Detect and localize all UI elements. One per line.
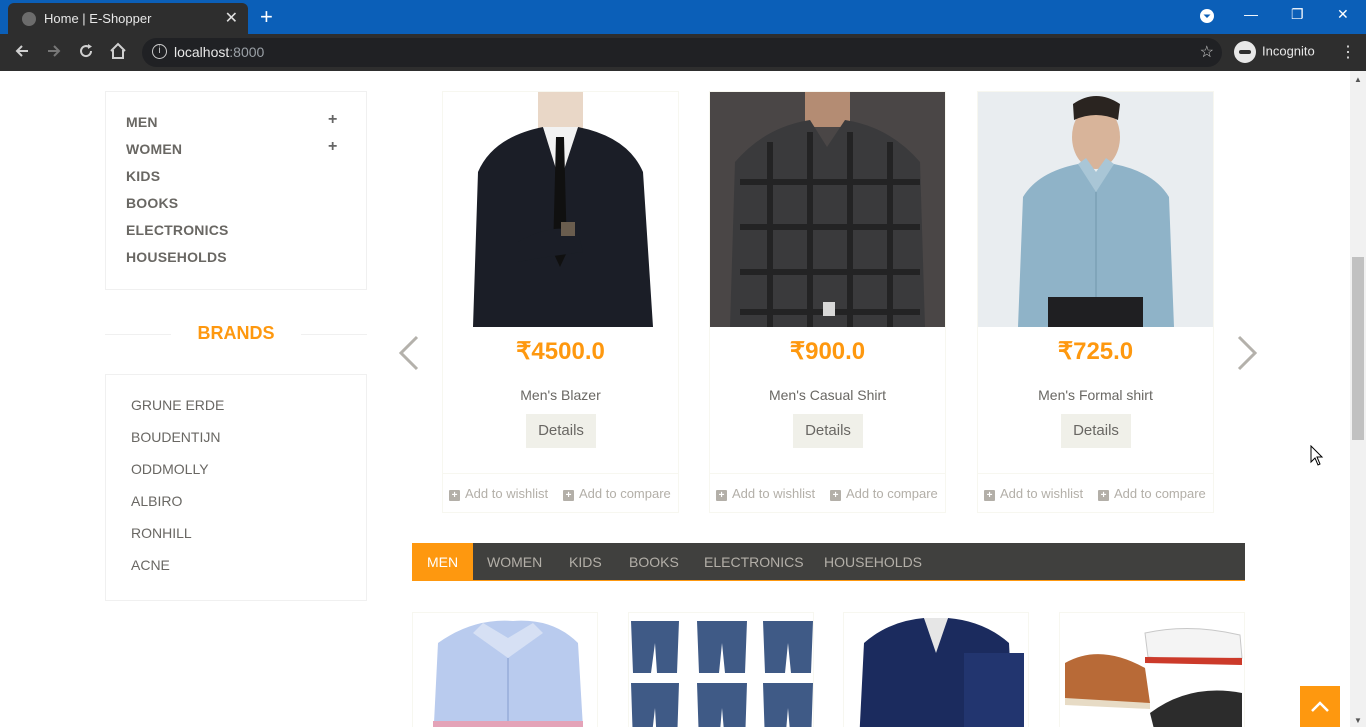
details-button[interactable]: Details [1061, 414, 1131, 448]
product-thumbnail[interactable] [628, 612, 814, 727]
product-card: ₹900.0 Men's Casual Shirt Details + Add t… [709, 91, 946, 513]
expand-women-icon[interactable]: + [328, 138, 337, 156]
category-women[interactable]: WOMEN [126, 141, 182, 157]
tab-kids[interactable]: KIDS [554, 543, 617, 581]
mouse-cursor-icon [1310, 444, 1324, 472]
category-kids[interactable]: KIDS [126, 168, 160, 184]
plus-square-icon: + [449, 490, 460, 501]
add-to-wishlist-link[interactable]: + Add to wishlist [449, 486, 548, 501]
product-footer: + Add to wishlist + Add to compare [710, 473, 945, 513]
site-info-icon[interactable]: i [152, 44, 167, 59]
product-card: ₹725.0 Men's Formal shirt Details + Add t… [977, 91, 1214, 513]
brand-item[interactable]: ODDMOLLY [131, 461, 209, 477]
browser-tab[interactable]: Home | E-Shopper ✕ [8, 3, 248, 34]
incognito-icon [1234, 41, 1256, 63]
minimize-button[interactable]: — [1244, 6, 1258, 22]
product-footer: + Add to wishlist + Add to compare [978, 473, 1213, 513]
brand-item[interactable]: RONHILL [131, 525, 192, 541]
product-price: ₹4500.0 [516, 338, 605, 365]
tab-search-icon[interactable] [1199, 8, 1215, 27]
incognito-indicator[interactable]: Incognito [1234, 41, 1315, 63]
globe-icon [22, 12, 36, 26]
product-price: ₹900.0 [789, 338, 866, 365]
product-thumbnail[interactable] [843, 612, 1029, 727]
product-card: ₹4500.0 Men's Blazer Details + Add to wis… [442, 91, 679, 513]
add-to-compare-link[interactable]: + Add to compare [830, 486, 938, 501]
forward-icon[interactable] [45, 42, 63, 65]
brand-item[interactable]: GRUNE ERDE [131, 397, 224, 413]
product-name: Men's Blazer [520, 387, 601, 403]
add-to-wishlist-link[interactable]: + Add to wishlist [984, 486, 1083, 501]
product-image[interactable] [978, 92, 1213, 327]
product-thumbnail[interactable] [1059, 612, 1245, 727]
tab-title: Home | E-Shopper [44, 11, 152, 26]
page-scrollbar[interactable]: ▲ ▼ [1350, 71, 1366, 727]
category-households[interactable]: HOUSEHOLDS [126, 249, 227, 265]
product-footer: + Add to wishlist + Add to compare [443, 473, 678, 513]
scroll-up-icon[interactable]: ▲ [1354, 75, 1362, 84]
brand-item[interactable]: BOUDENTIJN [131, 429, 220, 445]
category-men[interactable]: MEN [126, 114, 158, 130]
plus-square-icon: + [1098, 490, 1109, 501]
browser-menu-icon[interactable]: ⋮ [1340, 42, 1356, 62]
product-price: ₹725.0 [1057, 338, 1134, 365]
brands-panel: GRUNE ERDE BOUDENTIJN ODDMOLLY ALBIRO RO… [105, 374, 367, 601]
details-button[interactable]: Details [793, 414, 863, 448]
page-content: MEN + WOMEN + KIDS BOOKS ELECTRONICS HOU… [0, 71, 1350, 727]
plus-square-icon: + [984, 490, 995, 501]
tab-women[interactable]: WOMEN [472, 543, 557, 581]
plus-square-icon: + [563, 490, 574, 501]
close-window-button[interactable]: ✕ [1337, 6, 1349, 23]
add-to-compare-link[interactable]: + Add to compare [563, 486, 671, 501]
reload-icon[interactable] [77, 42, 95, 65]
browser-toolbar: i localhost:8000 ☆ Incognito ⋮ [0, 34, 1366, 71]
bookmark-star-icon[interactable]: ☆ [1200, 42, 1214, 62]
address-bar[interactable]: i localhost:8000 ☆ [142, 38, 1222, 67]
details-button[interactable]: Details [526, 414, 596, 448]
product-image[interactable] [710, 92, 945, 327]
new-tab-button[interactable]: + [260, 4, 273, 30]
add-to-compare-link[interactable]: + Add to compare [1098, 486, 1206, 501]
browser-tab-strip: Home | E-Shopper ✕ + — ❐ ✕ [0, 0, 1366, 34]
category-books[interactable]: BOOKS [126, 195, 178, 211]
back-icon[interactable] [13, 42, 31, 65]
brand-item[interactable]: ACNE [131, 557, 170, 573]
tab-men[interactable]: MEN [412, 543, 474, 581]
scrollbar-thumb[interactable] [1352, 257, 1364, 440]
scroll-to-top-button[interactable] [1300, 686, 1340, 727]
carousel-next-icon[interactable] [1235, 329, 1261, 385]
product-thumbnail[interactable] [412, 612, 598, 727]
brand-item[interactable]: ALBIRO [131, 493, 182, 509]
expand-men-icon[interactable]: + [328, 111, 337, 129]
restore-button[interactable]: ❐ [1291, 6, 1304, 23]
category-panel: MEN + WOMEN + KIDS BOOKS ELECTRONICS HOU… [105, 91, 367, 290]
brands-heading: BRANDS [197, 323, 275, 343]
product-name: Men's Casual Shirt [768, 387, 887, 403]
product-name: Men's Formal shirt [1038, 387, 1153, 403]
tab-households[interactable]: HOUSEHOLDS [809, 543, 937, 581]
add-to-wishlist-link[interactable]: + Add to wishlist [716, 486, 815, 501]
category-tab-bar: MEN WOMEN KIDS BOOKS ELECTRONICS HOUSEHO… [412, 543, 1245, 581]
plus-square-icon: + [716, 490, 727, 501]
product-image[interactable] [443, 92, 678, 327]
tab-electronics[interactable]: ELECTRONICS [689, 543, 819, 581]
plus-square-icon: + [830, 490, 841, 501]
url-text: localhost:8000 [174, 44, 265, 60]
category-electronics[interactable]: ELECTRONICS [126, 222, 229, 238]
carousel-prev-icon[interactable] [395, 329, 421, 385]
tab-books[interactable]: BOOKS [614, 543, 694, 581]
scroll-down-icon[interactable]: ▼ [1354, 716, 1362, 725]
close-tab-icon[interactable]: ✕ [225, 8, 238, 28]
home-icon[interactable] [109, 42, 127, 65]
